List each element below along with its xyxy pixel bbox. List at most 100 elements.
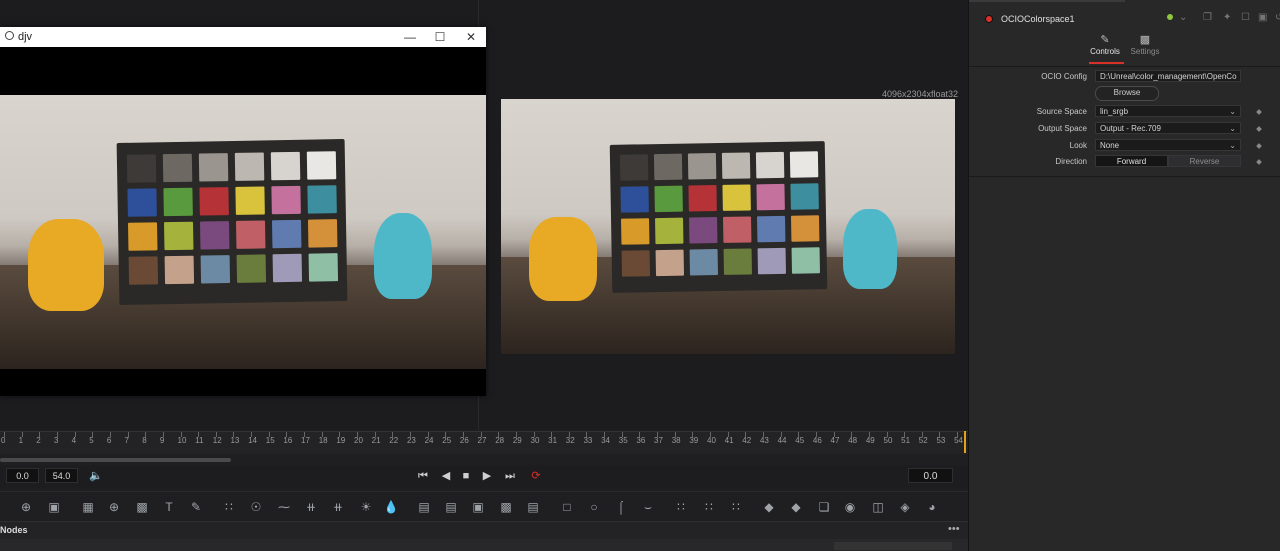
ocio-config-field[interactable]: D:\Unreal\color_management\OpenCo <box>1095 70 1241 82</box>
node-color-dot[interactable] <box>985 15 993 23</box>
djv-titlebar[interactable]: djv — ☐ ✕ <box>0 27 486 47</box>
current-frame-field[interactable]: 0.0 <box>908 468 953 483</box>
pin-icon[interactable]: ✦ <box>1223 12 1231 23</box>
tab-settings[interactable]: ▩ Settings <box>1123 33 1167 56</box>
polygon-tool-icon[interactable]: ⌠ <box>611 498 631 516</box>
loop-icon[interactable]: ⟳ <box>528 469 544 483</box>
chevron-down-icon[interactable]: ⌄ <box>1179 12 1187 23</box>
dve-tool-icon[interactable]: ▤ <box>523 498 543 516</box>
direction-forward-button[interactable]: Forward <box>1095 155 1168 167</box>
lock-icon[interactable]: ☐ <box>1241 12 1250 23</box>
color-corrector-icon[interactable]: 💧 <box>381 498 401 516</box>
minimize-icon[interactable]: — <box>398 29 422 45</box>
stop-icon[interactable]: ■ <box>458 469 474 483</box>
keyframe-icon[interactable] <box>1256 159 1262 165</box>
viewer-image-right[interactable] <box>501 99 955 354</box>
scene3d-tool-icon[interactable]: ◕ <box>922 498 942 516</box>
go-to-end-icon[interactable]: ⏭ <box>502 469 518 483</box>
tracker-tool-icon[interactable]: ☉ <box>246 498 266 516</box>
tab-controls[interactable]: ✎ Controls <box>1083 33 1127 56</box>
media-in-tool-icon[interactable]: ▣ <box>44 498 64 516</box>
letterbox-tool-icon[interactable]: ▩ <box>496 498 516 516</box>
shape3d-tool-icon[interactable]: ◆ <box>759 498 779 516</box>
rectangle-mask-icon[interactable]: ⧺ <box>328 498 348 516</box>
maximize-icon[interactable]: ☐ <box>428 29 452 45</box>
keyframe-icon[interactable] <box>1256 143 1262 149</box>
ruler-tick-label: 29 <box>512 436 522 445</box>
ruler-tick-label: 37 <box>654 436 663 445</box>
ruler-tick-label: 42 <box>742 436 752 445</box>
particles-tool-icon[interactable]: ∷ <box>219 498 239 516</box>
scrub-bar[interactable] <box>0 458 231 462</box>
nodes-canvas[interactable] <box>0 539 968 551</box>
bspline-mask-icon[interactable]: ⧺ <box>301 498 321 516</box>
delete-icon[interactable]: ▣ <box>1258 12 1267 23</box>
djv-window[interactable]: djv — ☐ ✕ <box>0 27 486 396</box>
resize-tool-icon[interactable]: ▤ <box>441 498 461 516</box>
djv-image[interactable] <box>0 95 486 369</box>
reset-icon[interactable]: ↺ <box>1275 12 1280 23</box>
ruler-tick-label: 21 <box>371 436 381 445</box>
emitter-tool-icon[interactable]: ∷ <box>671 498 691 516</box>
time-ruler[interactable]: 0 1 2 3 4 5 6 7 8 9 10 11 12 13 14 15 16 17 18 19 20 21 22 23 24… <box>0 431 968 454</box>
image-tool-icon[interactable]: ▦ <box>78 498 98 516</box>
paint-tool-icon[interactable]: ✎ <box>186 498 206 516</box>
ruler-tick-label: 41 <box>724 436 734 445</box>
play-forward-icon[interactable]: ▶ <box>479 469 495 483</box>
ruler-tick-label: 27 <box>477 436 487 445</box>
particle-render-icon[interactable]: ∷ <box>699 498 719 516</box>
browse-button[interactable]: Browse <box>1095 86 1159 101</box>
ruler-tick-label: 20 <box>354 436 363 445</box>
merge-tool-icon[interactable]: ⊕ <box>104 498 124 516</box>
play-reverse-icon[interactable]: ◀ <box>438 469 454 483</box>
more-options-icon[interactable]: ••• <box>948 523 960 535</box>
merge3d-tool-icon[interactable]: ◆ <box>786 498 806 516</box>
brightness-tool-icon[interactable]: ☀ <box>356 498 376 516</box>
look-value: None <box>1100 141 1120 150</box>
status-green-icon <box>1167 14 1173 20</box>
versions-icon[interactable]: ❐ <box>1203 12 1212 23</box>
background-tool-icon[interactable]: ⊕ <box>16 498 36 516</box>
end-frame-field[interactable]: 54.0 <box>45 468 78 483</box>
ruler-tick-label: 26 <box>459 436 469 445</box>
look-select[interactable]: None ⌄ <box>1095 139 1241 151</box>
direction-reverse-button[interactable]: Reverse <box>1168 155 1241 167</box>
ellipse-tool-icon[interactable]: ○ <box>584 498 604 516</box>
start-frame-field[interactable]: 0.0 <box>6 468 39 483</box>
active-tab-indicator <box>1089 62 1124 64</box>
ruler-tick-label: 47 <box>830 436 840 445</box>
ruler-tick-label: 13 <box>230 436 240 445</box>
ruler-tick-label: 43 <box>759 436 769 445</box>
playhead[interactable] <box>964 431 966 453</box>
transform-tool-icon[interactable]: ▤ <box>414 498 434 516</box>
output-space-value: Output - Rec.709 <box>1100 124 1161 133</box>
light3d-tool-icon[interactable]: ◈ <box>895 498 915 516</box>
polygon-mask-icon[interactable]: ⁓ <box>274 498 294 516</box>
particle-force-icon[interactable]: ∷ <box>726 498 746 516</box>
keyframe-icon[interactable] <box>1256 126 1262 132</box>
ruler-tick-label: 45 <box>795 436 805 445</box>
source-space-select[interactable]: lin_srgb ⌄ <box>1095 105 1241 117</box>
inspector-top-line <box>969 0 1125 2</box>
text3d-tool-icon[interactable]: ❏ <box>814 498 834 516</box>
text-tool-icon[interactable]: T <box>159 498 179 516</box>
yellow-figure <box>529 217 597 301</box>
media-out-tool-icon[interactable]: ▩ <box>132 498 152 516</box>
audio-icon[interactable]: 🔈 <box>88 469 104 483</box>
rectangle-tool-icon[interactable]: □ <box>557 498 577 516</box>
ruler-tick-label: 1 <box>18 436 24 445</box>
keyframe-icon[interactable] <box>1256 109 1262 115</box>
renderer3d-tool-icon[interactable]: ◫ <box>868 498 888 516</box>
bezier-tool-icon[interactable]: ⌣ <box>638 498 658 516</box>
camera3d-tool-icon[interactable]: ◉ <box>840 498 860 516</box>
ruler-tick-label: 3 <box>53 436 59 445</box>
blue-figure <box>374 213 432 299</box>
close-icon[interactable]: ✕ <box>459 29 483 45</box>
go-to-start-icon[interactable]: ⏮ <box>415 469 431 483</box>
ruler-tick-label: 25 <box>442 436 452 445</box>
ruler-tick-label: 9 <box>159 436 165 445</box>
ruler-tick-label: 28 <box>495 436 505 445</box>
nodes-scrollbar[interactable] <box>834 542 952 550</box>
crop-tool-icon[interactable]: ▣ <box>468 498 488 516</box>
output-space-select[interactable]: Output - Rec.709 ⌄ <box>1095 122 1241 134</box>
